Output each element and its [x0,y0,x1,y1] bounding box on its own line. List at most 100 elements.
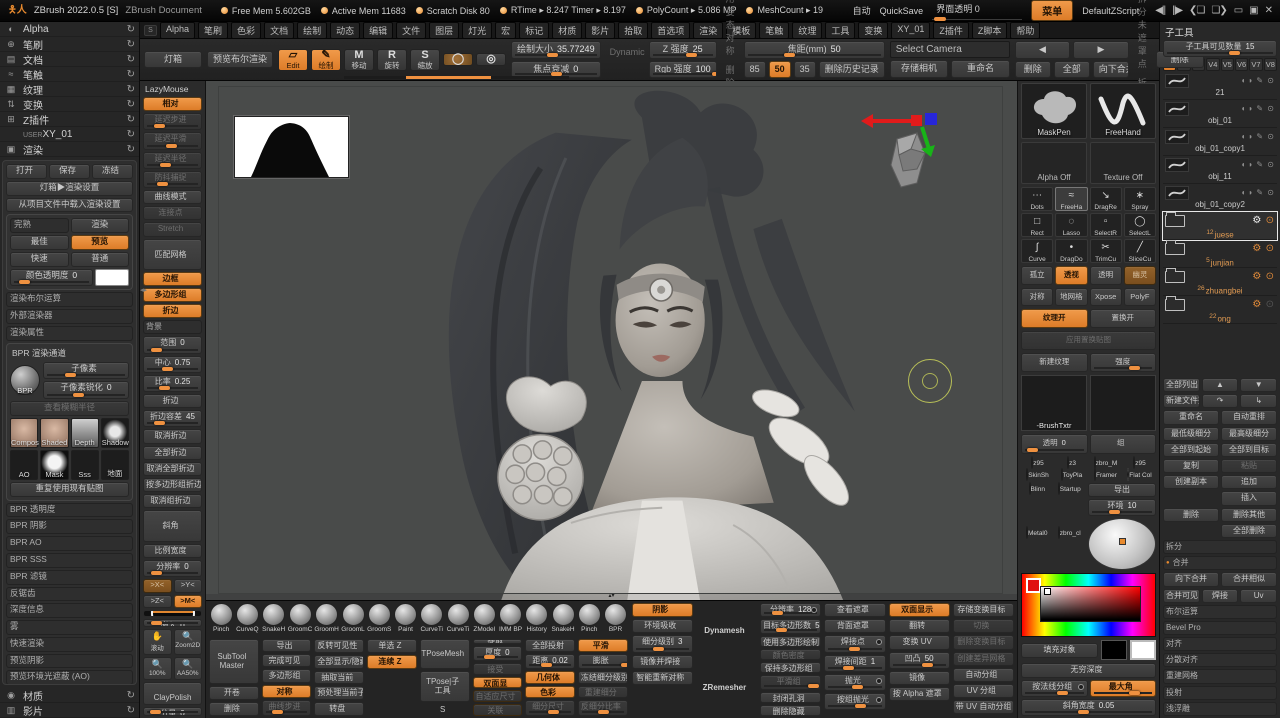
brush-preset[interactable]: CurveTi [446,603,470,637]
bpr-pass-thumbnail[interactable]: Mask [40,449,69,480]
fill-object-button[interactable]: 填充对象 [1021,643,1098,658]
menu-item[interactable]: 文档 [264,21,295,39]
plugin-button[interactable]: 带 UV 自动分组 [952,700,1014,715]
subtool-action-button[interactable]: Bevel Pro [1163,620,1277,636]
mask-brush-thumbnail[interactable]: MaskPen [1021,83,1087,139]
stroke-preset[interactable]: ▫ SelectR [1089,213,1122,237]
palette-item[interactable]: ▥ 影片 ↻ [0,703,139,718]
geometry-button[interactable]: 无穷深度 [1021,663,1156,678]
menu-item[interactable]: Alpha [160,21,196,39]
subtool-item[interactable]: ◐◑ ✎ ⊙ ⚙ ⊙ obj_01 [1163,100,1277,129]
stroke-preset[interactable]: ∫ Curve [1021,239,1054,263]
shelf-tool-button[interactable]: ◯ [443,53,474,66]
geometry-button[interactable]: 最大角 [1089,679,1156,697]
document-canvas[interactable]: ▴▾ [206,81,1017,600]
plugin-button[interactable]: 按 Alpha 遮罩 [888,686,950,702]
brush-preset[interactable]: GroomS [367,603,391,637]
material-preview-sphere[interactable] [1088,518,1156,571]
plugin-button[interactable]: 色彩 [525,685,575,699]
plugin-button[interactable]: 单选 Z [367,639,417,654]
plugin-button[interactable]: 镜像 [888,670,950,685]
subtool-action-button[interactable]: 复制 [1163,459,1219,474]
menu-item[interactable]: 动态 [330,21,361,39]
menu-item[interactable]: Z插件 [933,21,969,39]
subtool-title[interactable]: 子工具 [1163,24,1277,40]
plugin-button[interactable]: 厚度 0 [472,646,523,661]
subtool-action-button[interactable]: 最低级细分 [1163,426,1219,441]
plugin-button[interactable]: 抽取当前 [314,670,365,685]
canvas-nav-button[interactable]: 🔍 Zoom2D [173,629,202,656]
color-picker[interactable] [1021,573,1156,638]
menu-button[interactable]: 菜单 [1031,0,1074,21]
opacity-color-swatch[interactable] [95,268,129,287]
material-preset[interactable]: Framer [1089,467,1122,481]
light-position-handle[interactable] [1119,538,1127,546]
plugin-button[interactable]: 提取 [472,639,523,644]
texture-button[interactable]: 透明 0 [1021,434,1088,454]
palette-item[interactable]: ▦ 纹理 ↻ [0,82,139,97]
camera-action-button[interactable]: 删除 [1014,60,1051,78]
plugin-button[interactable]: 导出 [261,639,312,653]
material-preset[interactable]: Startup [1054,481,1086,526]
subtool-action-button[interactable]: ▲ [1201,378,1239,393]
render-mode-button[interactable]: 渲染 [70,218,129,234]
plugin-button[interactable]: 自动分组 [952,667,1014,682]
refresh-icon[interactable]: ↻ [127,114,135,125]
strip-button[interactable]: 背景 [143,320,202,335]
stroke-preset[interactable]: ✂ TrimCu [1089,239,1122,263]
plugin-button[interactable]: 存储变换目标 [952,603,1014,618]
bpr-slider[interactable]: 子像素锐化 0 [43,381,129,400]
material-preset[interactable]: zbro_cl [1054,525,1086,570]
camera-action-button[interactable]: 向下合并 [1092,60,1129,78]
plugin-button[interactable]: 保持多边形组 [760,662,822,674]
default-zscript-button[interactable]: DefaultZScript [1082,6,1139,16]
canvas-scrollbar[interactable]: ▴▾ [206,593,1017,600]
subtool-action-button[interactable]: 合并 [1163,556,1277,571]
plugin-button[interactable]: 全部显示/隐藏 [314,654,365,669]
plugin-button[interactable]: 焊接点 [824,635,886,653]
window-icon[interactable]: ▣ [1249,5,1259,16]
render-button[interactable]: 打开 [6,164,47,179]
bpr-pass-thumbnail[interactable]: Sss [70,449,99,480]
plugin-button[interactable]: 完成可见 [261,654,312,668]
menu-item[interactable]: 绘制 [297,21,328,39]
strip-button[interactable]: 曲线模式 [143,189,202,205]
subtool-view-tab[interactable]: V8 [1263,58,1277,72]
plugin-button[interactable]: 使用多边形绘制 [760,635,822,647]
shelf-tool-button[interactable]: R 旋转 [377,48,408,71]
preview-boolean-button[interactable]: 预览布尔渲染 [207,50,274,69]
plugin-button[interactable]: 距离 0.02 [525,653,575,670]
palette-item[interactable]: ▤ 文档 ↻ [0,52,139,67]
strip-button[interactable]: 斜角 [143,510,202,542]
plugin-button[interactable]: 关联 [472,704,523,716]
plugin-button[interactable]: 删除变换目标 [952,635,1014,650]
render-section-header[interactable]: 反锯齿 [6,586,133,602]
plugin-button[interactable]: 接受 [472,662,523,675]
quicksave-button[interactable]: QuickSave [880,6,924,16]
subtool-action-button[interactable]: 最高级细分 [1221,426,1277,441]
subtool-action-button[interactable]: Uv [1240,588,1278,603]
strip-button[interactable]: 延迟半径 [143,151,202,169]
eye-icon[interactable]: ⊙ [1266,271,1275,282]
palette-item[interactable]: ◐ Alpha ↻ [0,22,139,37]
select-camera-dropdown[interactable]: Select Camera [889,41,1010,59]
subtool-item[interactable]: ◐◑ ✎ ⊙ ⚙ ⊙ 26zhuangbei [1163,267,1277,297]
subtool-mini-icons[interactable]: ◐◑ ✎ ⊙ [1241,188,1275,197]
plugin-button[interactable]: 创建差异网格 [952,651,1014,666]
subtool-action-button[interactable]: 对齐 [1163,637,1277,652]
viewport-toggle[interactable]: 对称 [1021,287,1054,307]
render-section-header[interactable]: 预览环境光遮蔽 (AO) [6,670,133,684]
menu-item[interactable]: Z脚本 [971,21,1008,39]
viewport-toggle[interactable]: 透视 [1055,266,1088,285]
render-mode-button[interactable]: 快速 [10,251,69,267]
displacement-button[interactable]: 应用置换贴图 [1021,330,1156,350]
subtool-action-button[interactable]: 追加 [1221,475,1277,490]
lazymouse-slider-track[interactable] [344,76,569,79]
eye-icon[interactable]: ⊙ [1266,299,1275,310]
plugin-button[interactable]: 抛光 [824,673,886,691]
strip-button[interactable]: 取消全部折边 [143,461,202,476]
orientation-widget[interactable] [143,610,202,617]
strip-button[interactable]: 折边 [143,394,202,409]
refresh-icon[interactable]: ↻ [127,69,135,80]
plugin-button[interactable]: 转盘 [314,702,365,716]
